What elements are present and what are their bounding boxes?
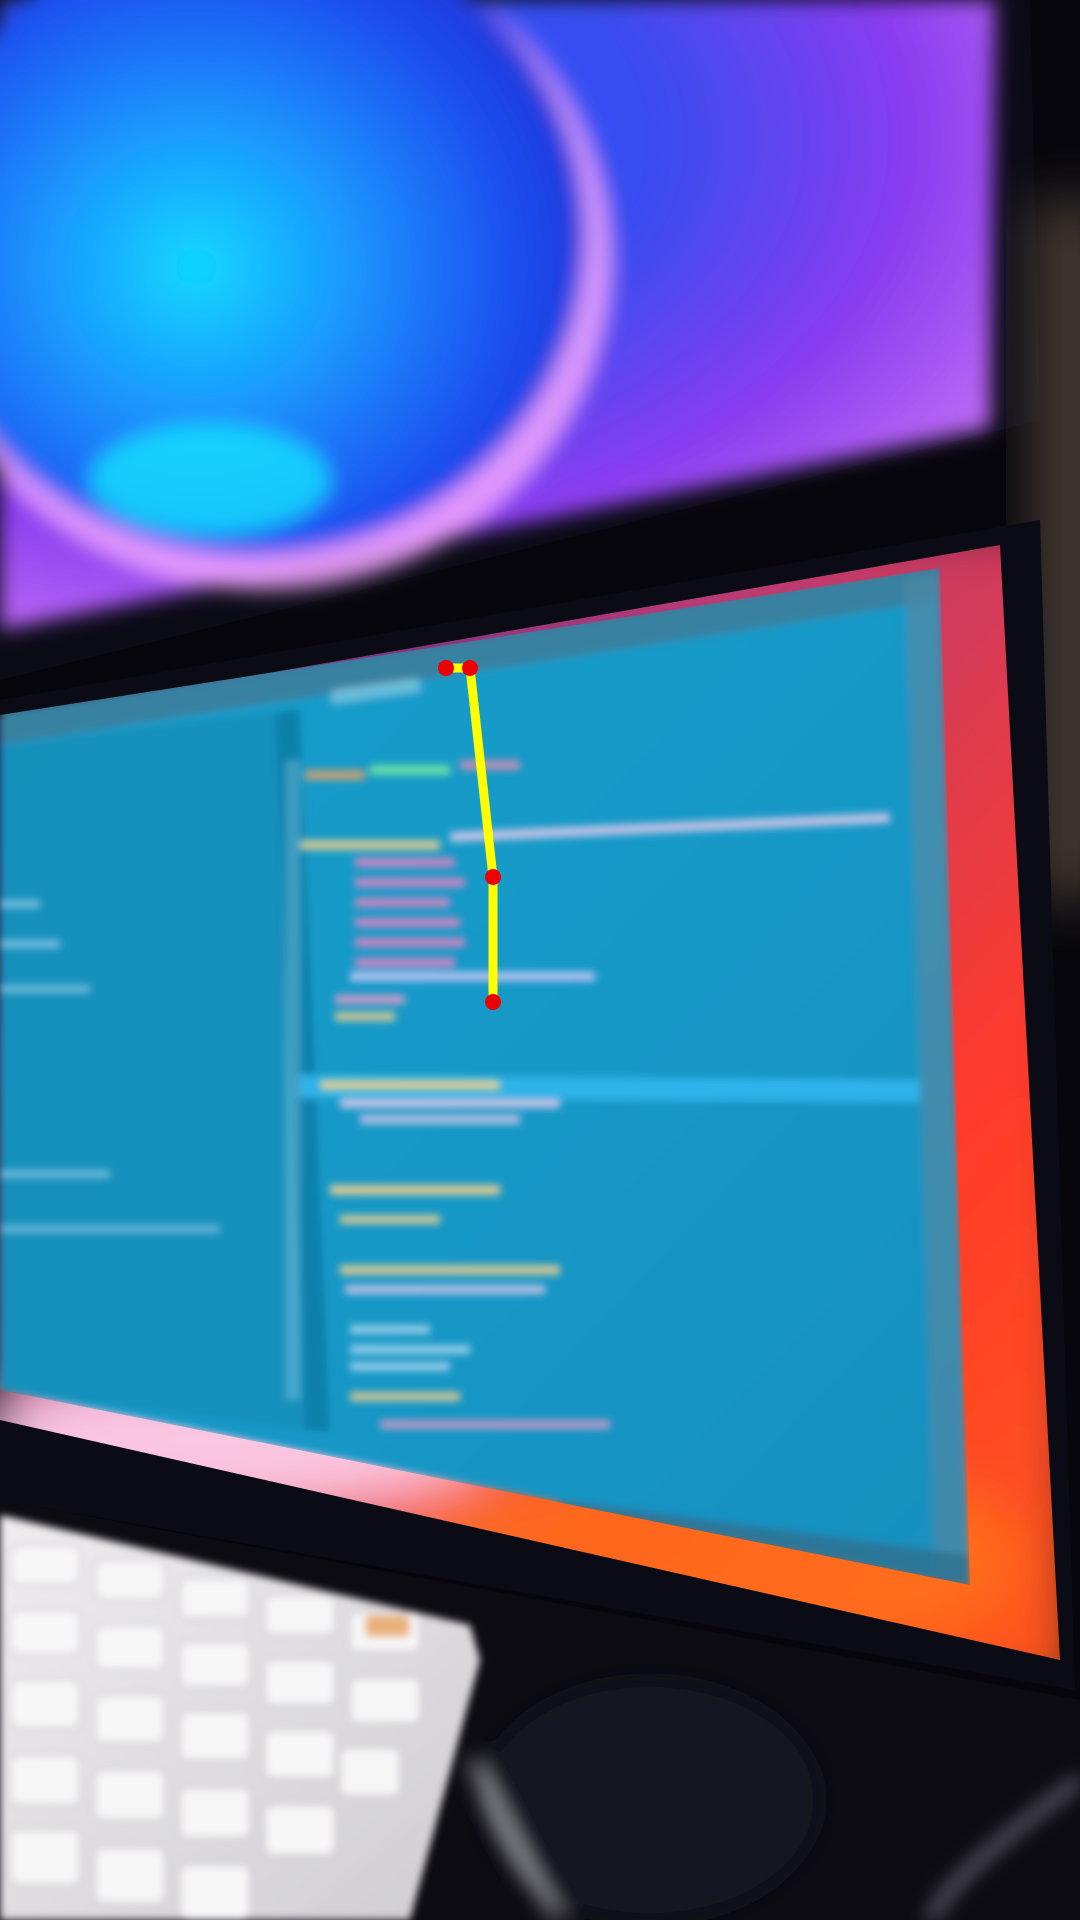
wallpaper-cyan-glow (90, 425, 330, 535)
mouse-pad (480, 1680, 820, 1920)
annotation-point (438, 660, 454, 676)
photo-scene (0, 0, 1080, 1920)
annotation-point (462, 660, 478, 676)
annotation-point (485, 994, 501, 1010)
keyboard-accent-key (365, 1615, 410, 1637)
annotation-point (485, 869, 501, 885)
photo-canvas (0, 0, 1080, 1920)
editor-explorer-pane (0, 712, 305, 1430)
lower-monitor (0, 520, 1075, 1690)
